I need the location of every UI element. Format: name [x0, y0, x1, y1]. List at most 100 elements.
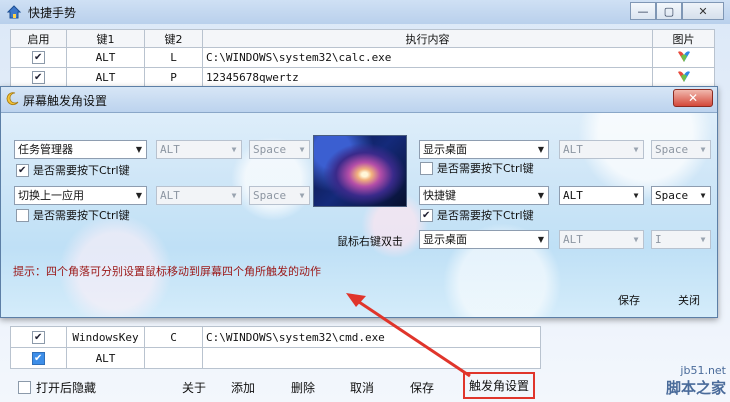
bottom-right-key2-select[interactable]: Space ▼: [651, 186, 711, 205]
top-right-ctrl-option[interactable]: 是否需要按下Ctrl键: [420, 160, 534, 176]
chevron-down-icon: ▼: [537, 191, 545, 200]
bottom-right-key2-value: Space: [655, 189, 689, 202]
chevron-down-icon: ▼: [633, 235, 639, 244]
top-left-ctrl-checkbox[interactable]: [16, 163, 29, 177]
watermark-name: 脚本之家: [665, 379, 726, 397]
key2-cell: [144, 347, 203, 369]
table-header-row: 启用 键1 键2 执行内容 图片: [10, 29, 715, 48]
bottom-left-ctrl-option[interactable]: 是否需要按下Ctrl键: [16, 207, 130, 223]
top-left-action-select[interactable]: 任务管理器 ▼: [14, 140, 147, 159]
app-logo-icon: [676, 69, 692, 83]
hide-on-open-label: 打开后隐藏: [36, 381, 97, 395]
chevron-down-icon: ▼: [135, 191, 143, 200]
bottom-right-action-select[interactable]: 快捷键 ▼: [419, 186, 549, 205]
bottom-right-ctrl-checkbox[interactable]: [420, 208, 433, 222]
top-left-ctrl-option[interactable]: 是否需要按下Ctrl键: [16, 162, 130, 178]
main-window-title: 快捷手势: [28, 6, 77, 20]
content-cell: C:\WINDOWS\system32\calc.exe: [202, 47, 653, 68]
right-double-click-label: 鼠标右键双击: [337, 235, 403, 248]
trigger-settings-label: 触发角设置: [468, 379, 529, 393]
dialog-close-button[interactable]: ✕: [673, 89, 713, 107]
dialog-close-text-button[interactable]: 关闭: [678, 292, 700, 308]
chevron-down-icon: ▼: [231, 145, 237, 154]
home-icon: [6, 4, 22, 23]
chevron-down-icon: ▼: [700, 191, 706, 200]
column-header-key1[interactable]: 键1: [66, 29, 145, 48]
shortcut-table: 启用 键1 键2 执行内容 图片 ALT L C:\WINDOWS\system…: [10, 29, 715, 88]
hide-on-open-option[interactable]: 打开后隐藏: [18, 379, 96, 396]
maximize-icon: ▢: [663, 4, 675, 18]
bottom-left-key1-select: ALT ▼: [156, 186, 242, 205]
top-right-ctrl-checkbox[interactable]: [420, 161, 433, 175]
chevron-down-icon: ▼: [299, 145, 305, 154]
chevron-down-icon: ▼: [700, 145, 706, 154]
watermark-site: jb51.net: [680, 364, 726, 377]
table-row[interactable]: ALT: [10, 347, 541, 369]
top-right-key2-select: Space ▼: [651, 140, 711, 159]
key2-cell: P: [144, 67, 203, 88]
column-header-key2[interactable]: 键2: [144, 29, 203, 48]
main-footer: 打开后隐藏 关于 添加 删除 取消 保存: [0, 370, 730, 402]
trigger-settings-button[interactable]: 触发角设置: [463, 372, 535, 399]
column-header-enabled[interactable]: 启用: [10, 29, 67, 48]
dialog-save-button[interactable]: 保存: [618, 292, 640, 308]
delete-button[interactable]: 删除: [291, 379, 315, 396]
watermark: jb51.net 脚本之家: [666, 364, 726, 398]
close-icon: ✕: [698, 4, 708, 18]
column-header-content[interactable]: 执行内容: [202, 29, 653, 48]
bottom-left-key2-select: Space ▼: [249, 186, 310, 205]
enable-checkbox[interactable]: [32, 330, 45, 344]
add-button[interactable]: 添加: [231, 379, 255, 396]
cancel-button[interactable]: 取消: [350, 379, 374, 396]
chevron-down-icon: ▼: [299, 191, 305, 200]
bottom-left-ctrl-checkbox[interactable]: [16, 208, 29, 222]
about-button[interactable]: 关于: [182, 379, 206, 396]
table-row[interactable]: WindowsKey C C:\WINDOWS\system32\cmd.exe: [10, 326, 541, 348]
chevron-down-icon: ▼: [633, 191, 639, 200]
key1-cell: ALT: [66, 347, 145, 369]
maximize-button[interactable]: ▢: [656, 2, 682, 20]
table-row[interactable]: ALT L C:\WINDOWS\system32\calc.exe: [10, 47, 715, 68]
content-cell: [202, 347, 541, 369]
bottom-left-key1-value: ALT: [160, 189, 180, 202]
save-button[interactable]: 保存: [410, 379, 434, 396]
hide-on-open-checkbox[interactable]: [18, 381, 31, 394]
trigger-corner-dialog: 屏幕触发角设置 ✕ 任务管理器 ▼ ALT ▼ Space ▼ 是否需要按下Ct…: [0, 86, 718, 318]
right-double-action-select[interactable]: 显示桌面 ▼: [419, 230, 549, 249]
enable-checkbox[interactable]: [32, 351, 45, 365]
bottom-left-action-value: 切换上一应用: [18, 189, 84, 202]
wallpaper-preview-image: [313, 135, 407, 207]
top-right-key2-value: Space: [655, 143, 689, 156]
minimize-button[interactable]: —: [630, 2, 656, 20]
minimize-icon: —: [637, 4, 649, 18]
top-right-action-value: 显示桌面: [423, 143, 467, 156]
key2-cell: C: [144, 326, 203, 348]
right-double-action-value: 显示桌面: [423, 233, 467, 246]
chevron-down-icon: ▼: [700, 235, 706, 244]
top-right-key1-select: ALT ▼: [559, 140, 644, 159]
chevron-down-icon: ▼: [633, 145, 639, 154]
enable-checkbox[interactable]: [32, 51, 45, 65]
table-row[interactable]: ALT P 12345678qwertz: [10, 67, 715, 88]
right-double-key2-value: I: [655, 233, 662, 246]
top-right-action-select[interactable]: 显示桌面 ▼: [419, 140, 549, 159]
bottom-right-action-value: 快捷键: [423, 189, 456, 202]
top-left-key1-select: ALT ▼: [156, 140, 242, 159]
hint-text: 提示：四个角落可分别设置鼠标移动到屏幕四个角所触发的动作: [13, 265, 321, 278]
top-right-ctrl-label: 是否需要按下Ctrl键: [437, 162, 534, 175]
bottom-left-action-select[interactable]: 切换上一应用 ▼: [14, 186, 147, 205]
bottom-right-key1-select[interactable]: ALT ▼: [559, 186, 644, 205]
bottom-right-ctrl-label: 是否需要按下Ctrl键: [437, 209, 534, 222]
chevron-down-icon: ▼: [231, 191, 237, 200]
top-left-key2-value: Space: [253, 143, 287, 156]
column-header-image[interactable]: 图片: [652, 29, 715, 48]
key1-cell: ALT: [66, 67, 145, 88]
top-left-key2-select: Space ▼: [249, 140, 310, 159]
top-right-key1-value: ALT: [563, 143, 583, 156]
key1-cell: WindowsKey: [66, 326, 145, 348]
shortcut-table-continued: WindowsKey C C:\WINDOWS\system32\cmd.exe…: [10, 326, 541, 369]
enable-checkbox[interactable]: [32, 71, 45, 85]
bottom-right-ctrl-option[interactable]: 是否需要按下Ctrl键: [420, 207, 534, 223]
close-button[interactable]: ✕: [682, 2, 724, 20]
chevron-down-icon: ▼: [537, 145, 545, 154]
